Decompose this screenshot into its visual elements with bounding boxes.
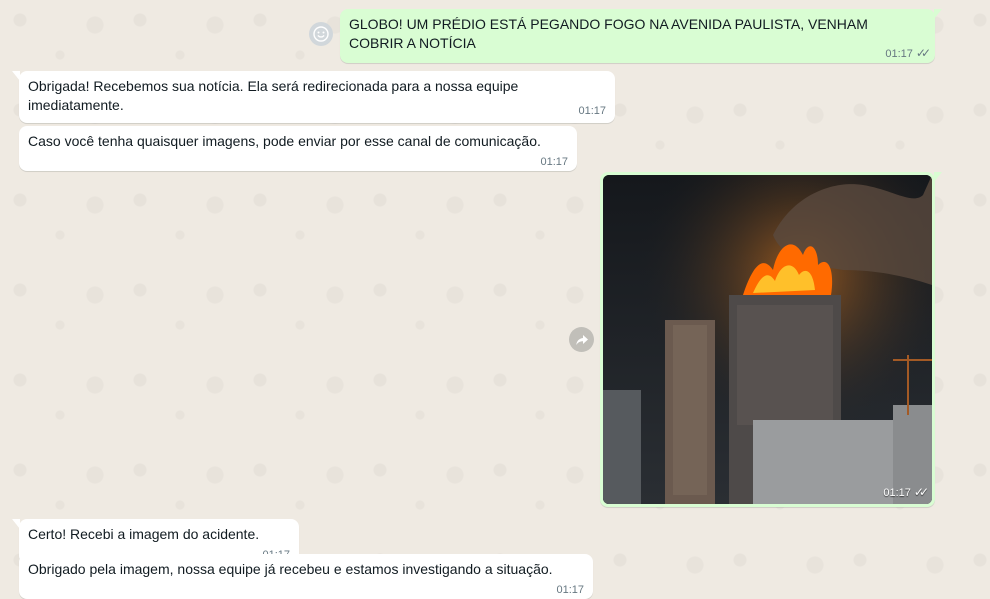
message-text: Certo! Recebi a imagem do acidente. (28, 526, 260, 542)
message-text: Caso você tenha quaisquer imagens, pode … (28, 133, 541, 149)
message-meta: 01:17 (578, 104, 606, 118)
message-time: 01:17 (540, 156, 568, 168)
outgoing-image-message[interactable]: 01:17 ✓✓ (600, 172, 942, 507)
message-meta: 01:17 (556, 583, 584, 597)
outgoing-message[interactable]: GLOBO! UM PRÉDIO ESTÁ PEGANDO FOGO NA AV… (340, 9, 942, 63)
message-meta: 01:17 (540, 155, 568, 169)
fire-building-photo[interactable]: 01:17 ✓✓ (603, 175, 932, 504)
forward-button[interactable] (569, 327, 594, 352)
forward-icon (575, 334, 588, 345)
incoming-message[interactable]: Caso você tenha quaisquer imagens, pode … (19, 126, 577, 171)
message-time: 01:17 (578, 105, 606, 117)
double-check-icon: ✓✓ (913, 485, 929, 499)
double-check-icon: ✓✓ (915, 46, 931, 60)
message-text: Obrigado pela imagem, nossa equipe já re… (28, 561, 553, 577)
message-meta: 01:17 ✓✓ (883, 485, 929, 500)
message-time: 01:17 (885, 48, 913, 60)
message-time: 01:17 (883, 487, 911, 499)
message-meta: 01:17 ✓✓ (885, 46, 931, 61)
incoming-message[interactable]: Obrigado pela imagem, nossa equipe já re… (19, 554, 593, 599)
message-text: GLOBO! UM PRÉDIO ESTÁ PEGANDO FOGO NA AV… (349, 16, 868, 51)
smiley-icon[interactable] (309, 22, 333, 46)
message-time: 01:17 (556, 584, 584, 596)
message-text: Obrigada! Recebemos sua notícia. Ela ser… (28, 78, 519, 113)
incoming-message[interactable]: Obrigada! Recebemos sua notícia. Ela ser… (12, 71, 615, 123)
